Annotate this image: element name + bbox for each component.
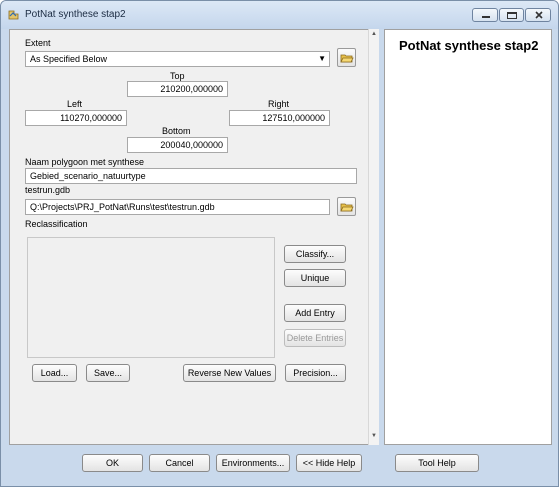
classify-button[interactable]: Classify... bbox=[284, 245, 346, 263]
reclassification-table[interactable] bbox=[27, 237, 275, 358]
extent-bottom-input[interactable]: 200040,000000 bbox=[127, 137, 228, 153]
reverse-new-values-button[interactable]: Reverse New Values bbox=[183, 364, 276, 382]
extent-browse-button[interactable] bbox=[337, 48, 356, 67]
help-title: PotNat synthese stap2 bbox=[399, 38, 539, 53]
ok-button[interactable]: OK bbox=[82, 454, 143, 472]
help-pane: PotNat synthese stap2 bbox=[384, 29, 552, 445]
open-folder-icon bbox=[340, 54, 354, 63]
gdb-browse-button[interactable] bbox=[337, 197, 356, 216]
delete-entries-button[interactable]: Delete Entries bbox=[284, 329, 346, 347]
title-bar[interactable]: PotNat synthese stap2 bbox=[1, 1, 558, 29]
add-entry-button[interactable]: Add Entry bbox=[284, 304, 346, 322]
extent-dropdown[interactable]: As Specified Below ▼ bbox=[25, 51, 330, 67]
open-folder-icon bbox=[340, 203, 354, 212]
parameters-scrollbar[interactable]: ▲ ▼ bbox=[368, 29, 379, 445]
scroll-down-icon[interactable]: ▼ bbox=[371, 433, 377, 439]
extent-top-label: Top bbox=[170, 71, 185, 81]
extent-right-label: Right bbox=[268, 99, 290, 109]
extent-bottom-label: Bottom bbox=[162, 126, 191, 136]
tool-dialog-window: PotNat synthese stap2 Extent As Specifie… bbox=[0, 0, 559, 487]
save-button[interactable]: Save... bbox=[86, 364, 130, 382]
tool-help-button[interactable]: Tool Help bbox=[395, 454, 479, 472]
maximize-button[interactable] bbox=[499, 8, 524, 22]
extent-top-input[interactable]: 210200,000000 bbox=[127, 81, 228, 97]
environments-button[interactable]: Environments... bbox=[216, 454, 290, 472]
minimize-icon bbox=[482, 16, 490, 18]
minimize-button[interactable] bbox=[472, 8, 498, 22]
load-button[interactable]: Load... bbox=[32, 364, 77, 382]
extent-right-input[interactable]: 127510,000000 bbox=[229, 110, 330, 126]
scroll-up-icon[interactable]: ▲ bbox=[371, 31, 377, 37]
precision-button[interactable]: Precision... bbox=[285, 364, 346, 382]
unique-button[interactable]: Unique bbox=[284, 269, 346, 287]
extent-label: Extent bbox=[25, 38, 51, 48]
close-button[interactable] bbox=[525, 8, 551, 22]
extent-left-input[interactable]: 110270,000000 bbox=[25, 110, 127, 126]
chevron-down-icon[interactable]: ▼ bbox=[318, 52, 326, 66]
hide-help-button[interactable]: << Hide Help bbox=[296, 454, 362, 472]
script-tool-icon bbox=[8, 9, 20, 21]
extent-selected-value: As Specified Below bbox=[30, 54, 108, 64]
extent-left-label: Left bbox=[67, 99, 83, 109]
polygon-name-input[interactable]: Gebied_scenario_natuurtype bbox=[25, 168, 357, 184]
close-icon bbox=[534, 10, 544, 22]
cancel-button[interactable]: Cancel bbox=[149, 454, 210, 472]
gdb-label: testrun.gdb bbox=[25, 185, 71, 195]
polygon-label: Naam polygoon met synthese bbox=[25, 157, 145, 167]
reclassification-label: Reclassification bbox=[25, 219, 88, 229]
gdb-path-input[interactable]: Q:\Projects\PRJ_PotNat\Runs\test\testrun… bbox=[25, 199, 330, 215]
window-title: PotNat synthese stap2 bbox=[25, 9, 126, 20]
maximize-icon bbox=[507, 12, 517, 19]
